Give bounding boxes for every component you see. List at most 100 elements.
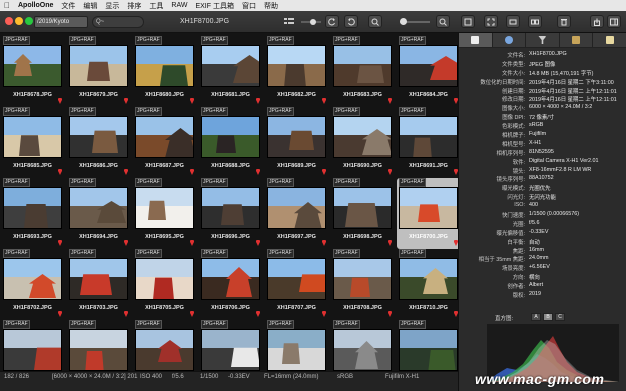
thumbnail-image[interactable] xyxy=(201,258,260,300)
thumbnail-cell-selected[interactable]: JPG+RAF XH1F8700.JPG xyxy=(397,178,458,249)
property-value[interactable]: 24.0mm xyxy=(529,255,548,261)
thumbnail-cell[interactable]: JPG+RAF XH1F8694.JPG xyxy=(67,178,130,249)
property-value[interactable]: 无闪光功能 xyxy=(529,193,556,201)
thumbnail-image[interactable] xyxy=(267,116,326,158)
property-value[interactable]: 2019 xyxy=(529,291,541,297)
property-value[interactable]: 400 xyxy=(529,202,538,208)
thumbnail-image[interactable] xyxy=(3,116,62,158)
thumbnail-cell[interactable]: JPG+RAF XH1F8678.JPG xyxy=(1,36,64,107)
property-value[interactable]: 72 像素/寸 xyxy=(529,113,554,121)
thumbnail-cell[interactable]: JPG+RAF XH1F8702.JPG xyxy=(1,249,64,320)
thumbnail-image[interactable] xyxy=(69,45,128,87)
thumbnail-cell[interactable]: JPG+RAF XH1F8710.JPG xyxy=(397,249,458,320)
thumbnail-image[interactable] xyxy=(3,187,62,229)
thumbnail-cell[interactable]: JPG+RAF xyxy=(133,320,196,371)
thumbnail-cell[interactable]: JPG+RAF XH1F8691.JPG xyxy=(397,107,458,178)
zoom-slider[interactable] xyxy=(400,18,430,25)
fullscreen-icon[interactable] xyxy=(484,15,498,28)
property-value[interactable]: 16mm xyxy=(529,247,544,253)
property-value[interactable]: 2019年4月16日 星期二 上午12:11:01 xyxy=(529,95,617,103)
histogram-mode-c-button[interactable]: C xyxy=(555,313,565,321)
thumbnail-cell[interactable]: JPG+RAF XH1F8687.JPG xyxy=(133,107,196,178)
thumbnail-image[interactable] xyxy=(201,329,260,371)
thumbnail-image[interactable] xyxy=(399,116,458,158)
property-value[interactable]: JPEG 图像 xyxy=(529,60,555,68)
thumbnail-image[interactable] xyxy=(333,116,392,158)
zoom-out-icon[interactable] xyxy=(368,15,382,28)
zoom-slider-knob[interactable] xyxy=(400,18,407,25)
menu-edit[interactable]: 编辑 xyxy=(79,1,101,11)
property-value[interactable]: 自动 xyxy=(529,238,540,246)
rotate-right-icon[interactable] xyxy=(344,15,358,28)
photos-tab[interactable] xyxy=(559,33,594,48)
trash-icon[interactable] xyxy=(557,15,571,28)
menu-exif-toolbox[interactable]: EXIF 工具箱 xyxy=(191,1,238,11)
histogram-mode-a-button[interactable]: A xyxy=(531,313,541,321)
inspector-toggle-icon[interactable] xyxy=(607,15,621,28)
thumbnail-cell[interactable]: JPG+RAF XH1F8679.JPG xyxy=(67,36,130,107)
thumbnail-image[interactable] xyxy=(201,187,260,229)
thumbnail-cell[interactable]: JPG+RAF XH1F8684.JPG xyxy=(397,36,458,107)
thumbnail-cell[interactable]: JPG+RAF XH1F8697.JPG xyxy=(265,178,328,249)
rotate-left-icon[interactable] xyxy=(325,15,339,28)
property-value[interactable]: 14.8 MB (15,470,191 字节) xyxy=(529,69,593,77)
property-value[interactable]: f/5.6 xyxy=(529,220,540,226)
thumbnail-image[interactable] xyxy=(135,329,194,371)
property-value[interactable]: XF8-16mmF2.8 R LM WR xyxy=(529,167,591,173)
property-value[interactable]: 88A10752 xyxy=(529,175,554,181)
thumbnail-image[interactable] xyxy=(333,187,392,229)
thumb-size-slider[interactable] xyxy=(300,15,322,28)
thumbnail-image[interactable] xyxy=(333,258,392,300)
thumbnail-image[interactable] xyxy=(399,329,458,371)
close-window-button[interactable] xyxy=(5,17,13,25)
thumbnail-cell[interactable]: JPG+RAF xyxy=(265,320,328,371)
thumbnail-image[interactable] xyxy=(3,258,62,300)
folder-path-field[interactable]: /2019/Kyoto xyxy=(34,16,88,28)
thumbnail-image[interactable] xyxy=(267,187,326,229)
slideshow-icon[interactable] xyxy=(506,15,520,28)
minimize-window-button[interactable] xyxy=(15,17,23,25)
notes-tab[interactable] xyxy=(593,33,626,48)
thumbnail-cell[interactable]: JPG+RAF XH1F8686.JPG xyxy=(67,107,130,178)
histogram-mode-b-button[interactable]: B xyxy=(543,313,553,321)
thumbnail-cell[interactable]: JPG+RAF xyxy=(1,320,64,371)
search-input[interactable]: Q~ xyxy=(92,16,144,28)
menu-file[interactable]: 文件 xyxy=(57,1,79,11)
thumbnail-cell[interactable]: JPG+RAF xyxy=(67,320,130,371)
menu-help[interactable]: 帮助 xyxy=(260,1,282,11)
thumbnail-image[interactable] xyxy=(3,329,62,371)
property-value[interactable]: 1/1500 (0.00066576) xyxy=(529,211,579,217)
thumbnail-image[interactable] xyxy=(333,329,392,371)
property-value[interactable]: X-H1 xyxy=(529,140,541,146)
property-value[interactable]: Fujifilm xyxy=(529,131,546,137)
thumbnail-grid[interactable]: JPG+RAF XH1F8678.JPG JPG+RAF XH1F8679.JPG JP… xyxy=(0,33,458,371)
property-value[interactable]: Albert xyxy=(529,282,543,288)
compare-icon[interactable] xyxy=(528,15,542,28)
menu-app-name[interactable]: ApolloOne xyxy=(14,2,57,9)
thumbnail-image[interactable] xyxy=(399,187,458,229)
thumbnail-cell[interactable]: JPG+RAF XH1F8685.JPG xyxy=(1,107,64,178)
thumbnail-cell[interactable]: JPG+RAF XH1F8706.JPG xyxy=(199,249,262,320)
thumbnail-image[interactable] xyxy=(69,329,128,371)
thumbnail-image[interactable] xyxy=(267,45,326,87)
thumbnail-image[interactable] xyxy=(399,258,458,300)
thumbnail-cell[interactable]: JPG+RAF xyxy=(397,320,458,371)
menu-sort[interactable]: 排序 xyxy=(123,1,145,11)
thumbnail-image[interactable] xyxy=(333,45,392,87)
thumbnail-image[interactable] xyxy=(3,45,62,87)
thumbnail-cell[interactable]: JPG+RAF XH1F8688.JPG xyxy=(199,107,262,178)
globe-tab[interactable] xyxy=(492,33,527,48)
property-value[interactable]: sRGB xyxy=(529,122,543,128)
thumbnail-image[interactable] xyxy=(267,329,326,371)
thumbnail-image[interactable] xyxy=(399,45,458,87)
thumbnail-cell[interactable]: JPG+RAF XH1F8682.JPG xyxy=(265,36,328,107)
property-value[interactable]: XH1F8700.JPG xyxy=(529,51,567,57)
menu-window[interactable]: 窗口 xyxy=(238,1,260,11)
thumbnail-cell[interactable]: JPG+RAF XH1F8703.JPG xyxy=(67,249,130,320)
property-value[interactable]: 2019年4月16日 星期二 上午12:11:01 xyxy=(529,87,617,95)
thumbnail-image[interactable] xyxy=(135,116,194,158)
property-value[interactable]: -0.33EV xyxy=(529,229,548,235)
menu-view[interactable]: 显示 xyxy=(101,1,123,11)
property-value[interactable]: 2019年4月16日 星期二 下午3:11:00 xyxy=(529,78,614,86)
view-mode-icon[interactable] xyxy=(283,15,295,28)
